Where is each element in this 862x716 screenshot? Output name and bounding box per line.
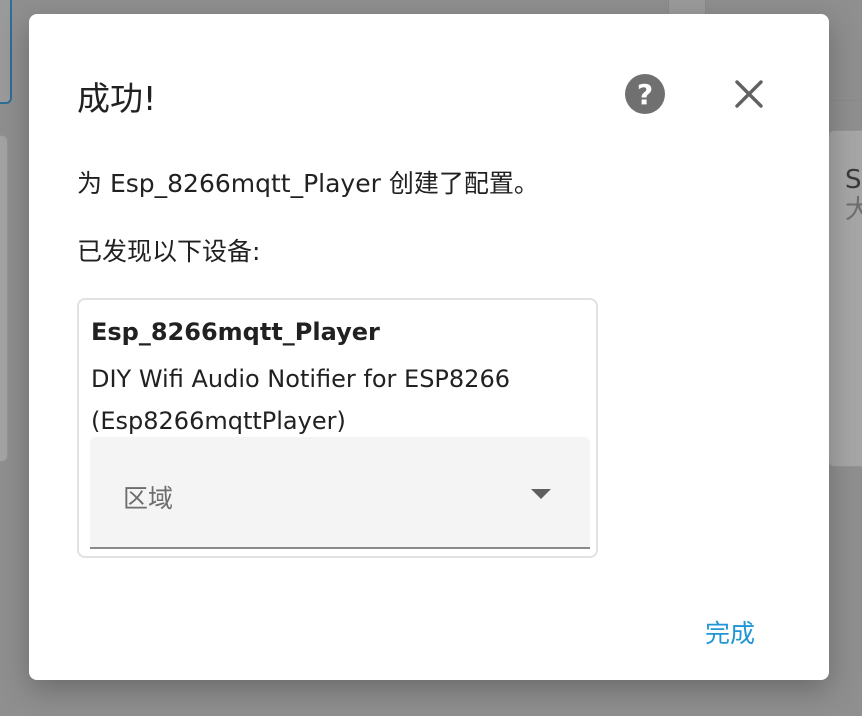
background-card-title: S	[845, 165, 862, 195]
device-model: DIY Wifi Audio Notifier for ESP8266 (Esp…	[91, 358, 586, 442]
close-icon[interactable]	[729, 74, 769, 114]
background-card-left-top	[0, 0, 12, 104]
area-select-label: 区域	[123, 484, 174, 513]
dropdown-arrow-icon	[531, 489, 551, 499]
help-icon[interactable]: ?	[625, 74, 665, 114]
background-card-left	[0, 135, 8, 462]
background-divider	[828, 100, 862, 101]
device-model-id: (Esp8266mqttPlayer)	[91, 407, 346, 435]
background-card-text: S 大	[845, 165, 862, 226]
device-card: Esp_8266mqtt_Player DIY Wifi Audio Notif…	[77, 298, 598, 558]
device-model-line: DIY Wifi Audio Notifier for ESP8266	[91, 365, 510, 393]
found-devices-label: 已发现以下设备:	[77, 237, 261, 266]
done-button[interactable]: 完成	[693, 610, 767, 654]
area-select[interactable]: 区域	[90, 437, 590, 549]
dialog-description: 为 Esp_8266mqtt_Player 创建了配置。	[77, 169, 539, 198]
device-name: Esp_8266mqtt_Player	[91, 318, 380, 346]
dialog-title: 成功!	[77, 79, 157, 118]
success-dialog: 成功! ? 为 Esp_8266mqtt_Player 创建了配置。 已发现以下…	[29, 14, 829, 680]
background-card-subtitle: 大	[845, 194, 862, 225]
